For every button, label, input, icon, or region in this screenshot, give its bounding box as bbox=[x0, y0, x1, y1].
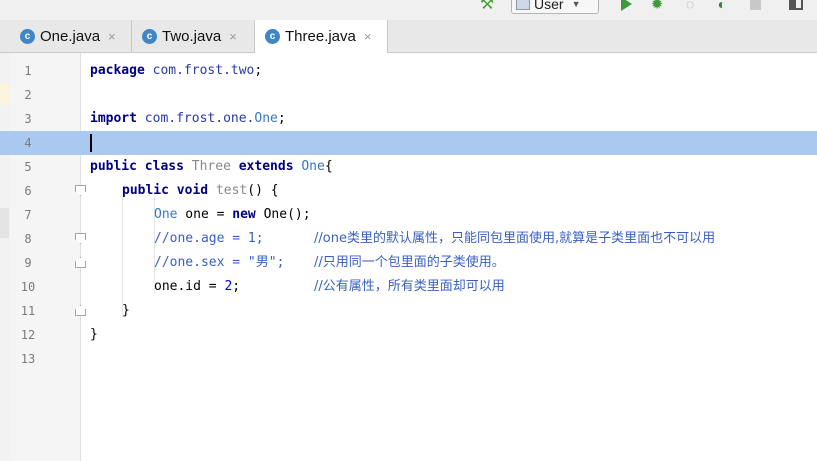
semicolon: ; bbox=[232, 279, 241, 294]
code-text: import com.frost.one.One; bbox=[90, 107, 286, 131]
code-line[interactable]: 12 } bbox=[0, 323, 817, 347]
class-name: Three bbox=[191, 159, 231, 174]
code-line[interactable]: 1 package com.frost.two; bbox=[0, 59, 817, 83]
line-number: 10 bbox=[20, 280, 36, 294]
current-code-line[interactable]: 4 bbox=[0, 131, 817, 155]
line-number: 3 bbox=[24, 112, 32, 126]
keyword-public: public bbox=[90, 159, 137, 174]
debug-icon[interactable]: ✹ bbox=[648, 0, 666, 14]
superclass-name: One bbox=[301, 159, 325, 174]
open-brace: { bbox=[324, 159, 333, 174]
commented-code: //one.sex = "男"; bbox=[154, 251, 284, 275]
line-number: 13 bbox=[20, 352, 36, 366]
line-number: 8 bbox=[24, 232, 32, 246]
text-caret bbox=[90, 134, 92, 152]
method-signature-rest: () { bbox=[247, 183, 279, 198]
line-number: 7 bbox=[24, 208, 32, 222]
code-line[interactable]: 6 public void test() { bbox=[0, 179, 817, 203]
java-class-icon: c bbox=[20, 28, 35, 44]
tab-three-java[interactable]: c Three.java × bbox=[255, 20, 388, 53]
code-line[interactable]: 5 public class Three extends One{ bbox=[0, 155, 817, 179]
close-icon[interactable]: × bbox=[364, 29, 372, 44]
coverage-icon[interactable]: ◌ bbox=[681, 0, 699, 14]
close-icon[interactable]: × bbox=[229, 29, 237, 44]
commented-code-part: //one.sex = bbox=[154, 255, 248, 270]
close-brace: } bbox=[90, 327, 98, 342]
keyword-package: package bbox=[90, 63, 145, 78]
commented-code: //one.age = 1; bbox=[154, 231, 264, 246]
line-number: 6 bbox=[24, 184, 32, 198]
code-line[interactable]: 3 import com.frost.one.One; bbox=[0, 107, 817, 131]
keyword-class: class bbox=[144, 159, 184, 174]
assignment: one.id = bbox=[154, 279, 225, 294]
line-number: 2 bbox=[24, 88, 32, 102]
code-text: package com.frost.two; bbox=[90, 59, 262, 83]
code-text: One one = new One(); bbox=[154, 203, 311, 227]
line-number: 9 bbox=[24, 256, 32, 270]
editor-tab-bar: c One.java × c Two.java × c Three.java × bbox=[0, 20, 817, 53]
java-class-icon: c bbox=[142, 28, 157, 44]
code-editor[interactable]: 1 package com.frost.two; 2 3 import com.… bbox=[0, 53, 817, 461]
keyword-import: import bbox=[90, 111, 137, 126]
tab-label: One.java bbox=[40, 27, 101, 45]
fold-marker-icon[interactable] bbox=[75, 305, 86, 316]
profile-icon[interactable]: ◐ bbox=[712, 0, 732, 14]
variable-decl: one = bbox=[177, 207, 233, 222]
line-number: 5 bbox=[24, 160, 32, 174]
run-config-label: User bbox=[534, 0, 564, 12]
keyword-extends: extends bbox=[238, 159, 294, 174]
line-number: 12 bbox=[20, 328, 36, 342]
chevron-down-icon: ▼ bbox=[571, 0, 581, 9]
keyword-new: new bbox=[232, 207, 256, 222]
close-icon[interactable]: × bbox=[108, 29, 116, 44]
fold-marker-icon[interactable] bbox=[75, 185, 86, 196]
code-text: one.id = 2; bbox=[154, 275, 240, 299]
imported-class: One bbox=[254, 111, 278, 126]
code-comment: //one类里的默认属性，只能同包里面使用,就算是子类里面也不可以用 bbox=[314, 231, 716, 246]
tab-label: Two.java bbox=[162, 27, 222, 45]
java-class-icon: c bbox=[265, 29, 280, 44]
code-text: public void test() { bbox=[122, 179, 279, 203]
tab-label: Three.java bbox=[285, 28, 356, 45]
line-number: 11 bbox=[20, 304, 36, 318]
code-line[interactable]: 9 //one.sex = "男"; //只用同一个包里面的子类使用。 bbox=[0, 251, 817, 275]
code-line[interactable]: 13 bbox=[0, 347, 817, 371]
keyword-void: void bbox=[176, 183, 209, 198]
fold-marker-icon[interactable] bbox=[75, 233, 86, 244]
run-icon[interactable] bbox=[618, 0, 634, 14]
build-icon[interactable]: ⚒ bbox=[478, 0, 496, 14]
tab-two-java[interactable]: c Two.java × bbox=[132, 20, 255, 52]
semicolon: ; bbox=[254, 63, 263, 78]
line-number: 4 bbox=[24, 136, 32, 150]
main-toolbar: ⚒ User ▼ ✹ ◌ ◐ bbox=[0, 0, 817, 20]
keyword-public: public bbox=[122, 183, 169, 198]
code-comment: //公有属性，所有类里面却可以用 bbox=[314, 279, 505, 294]
stop-icon[interactable] bbox=[748, 0, 762, 14]
run-configuration-select[interactable]: User ▼ bbox=[511, 0, 599, 14]
semicolon: ; bbox=[277, 111, 286, 126]
run-config-icon bbox=[516, 0, 530, 10]
commented-string: "男"; bbox=[247, 255, 285, 270]
code-line[interactable]: 7 One one = new One(); bbox=[0, 203, 817, 227]
line-number: 1 bbox=[24, 64, 32, 78]
close-brace: } bbox=[122, 303, 130, 318]
code-line[interactable]: 10 one.id = 2; //公有属性，所有类里面却可以用 bbox=[0, 275, 817, 299]
code-comment: //只用同一个包里面的子类使用。 bbox=[314, 255, 505, 270]
fold-marker-icon[interactable] bbox=[75, 257, 86, 268]
constructor-call: One(); bbox=[255, 207, 311, 222]
import-path: com.frost.one. bbox=[144, 111, 255, 126]
package-name: com.frost.two bbox=[152, 63, 255, 78]
tab-one-java[interactable]: c One.java × bbox=[10, 20, 132, 52]
method-name: test bbox=[215, 183, 248, 198]
code-line[interactable]: 8 //one.age = 1; //one类里的默认属性，只能同包里面使用,就… bbox=[0, 227, 817, 251]
layout-icon[interactable] bbox=[786, 0, 806, 14]
type-name: One bbox=[154, 207, 178, 222]
code-text: public class Three extends One{ bbox=[90, 155, 333, 179]
code-line[interactable]: 2 bbox=[0, 83, 817, 107]
code-line[interactable]: 11 } bbox=[0, 299, 817, 323]
